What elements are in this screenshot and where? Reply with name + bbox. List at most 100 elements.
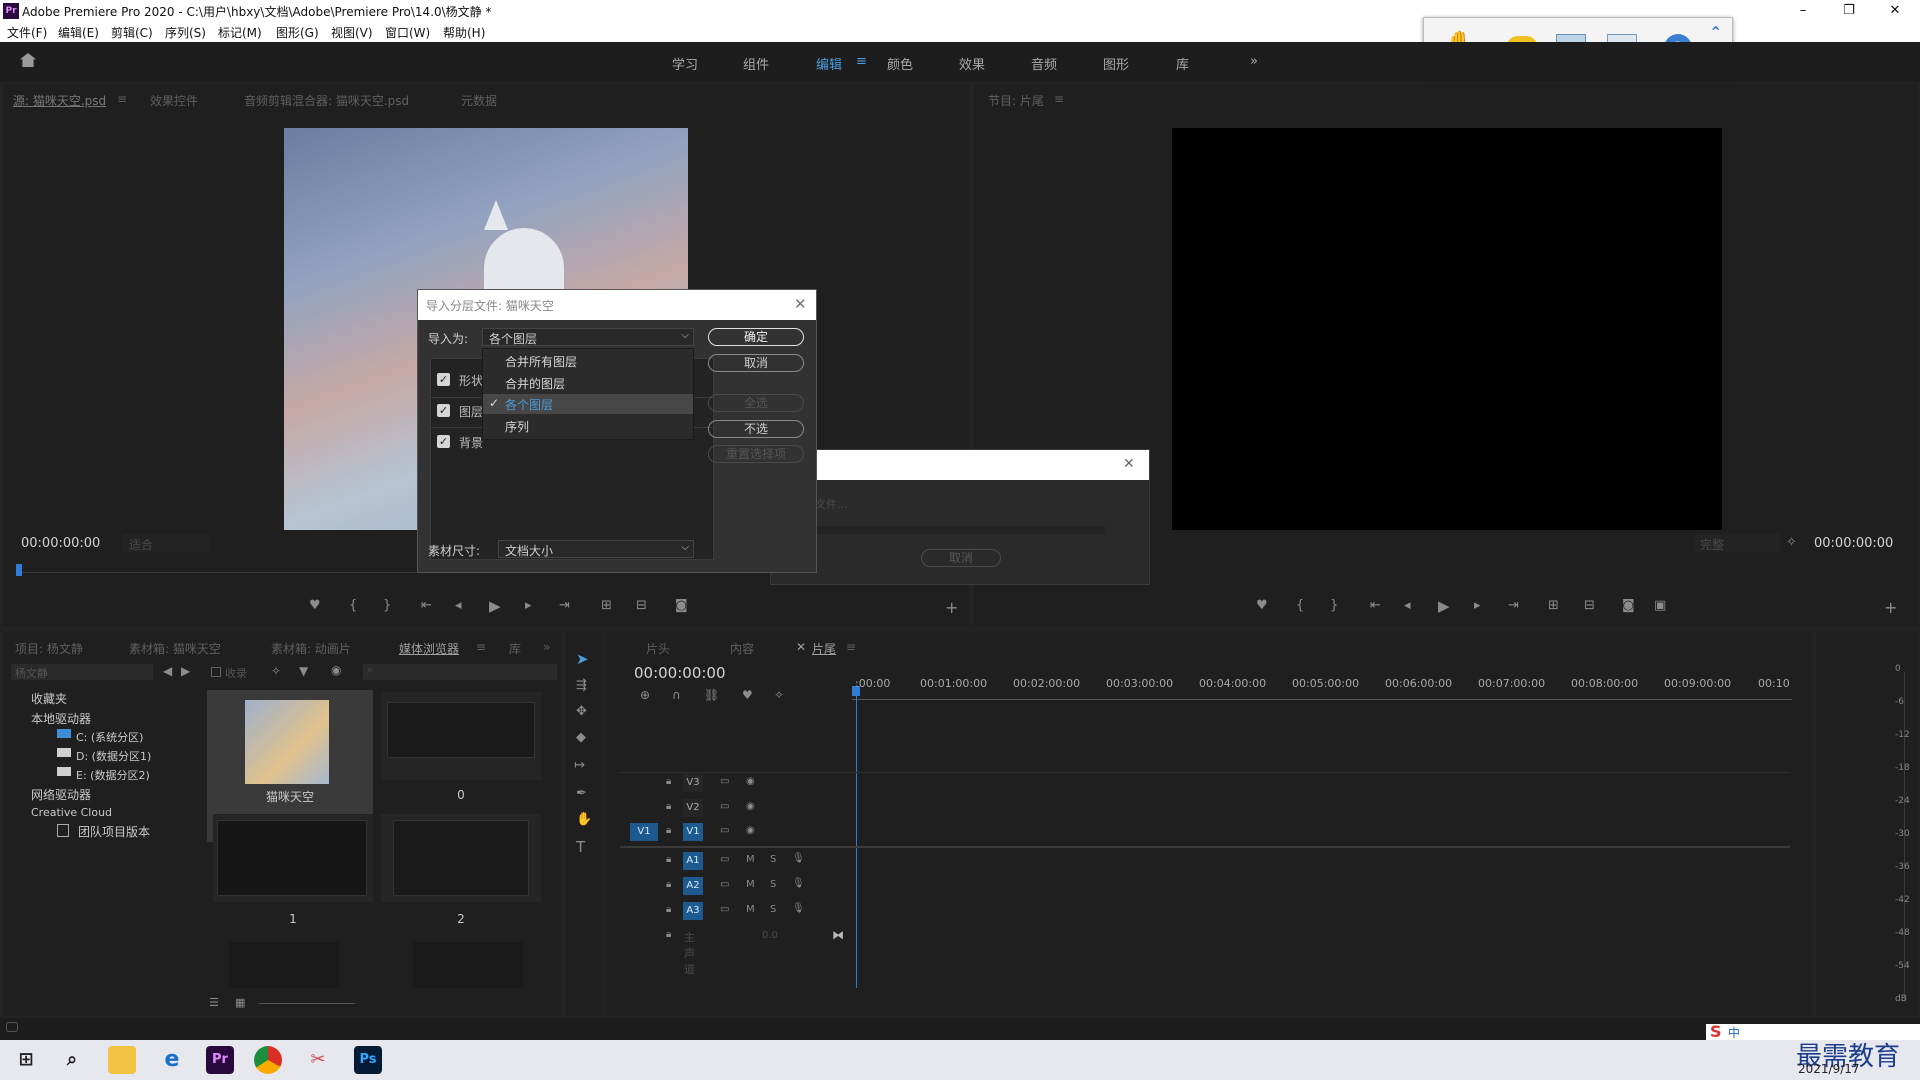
sync-icon[interactable]: ▭ xyxy=(720,776,729,787)
minimize-button[interactable]: – xyxy=(1780,0,1826,22)
program-timecode[interactable]: 00:00:00:00 xyxy=(1814,536,1893,551)
tab-program[interactable]: 节目: 片尾 xyxy=(988,92,1044,109)
mic-icon[interactable]: 🎙︎ xyxy=(792,878,805,889)
program-export-frame-icon[interactable]: ◙ xyxy=(1622,598,1635,613)
option-merge-all[interactable]: 合并所有图层 xyxy=(483,351,693,371)
solo-icon[interactable]: S xyxy=(770,854,776,865)
close-tab-icon[interactable]: ✕ xyxy=(796,640,806,654)
lift-icon[interactable]: ⊞ xyxy=(1548,598,1559,613)
background-cancel-button[interactable]: 取消 xyxy=(921,549,1001,567)
step-back-icon[interactable]: ◂ xyxy=(455,598,462,613)
selection-tool-icon[interactable]: ➤ xyxy=(576,650,589,668)
mute-icon[interactable]: M xyxy=(746,904,755,915)
program-tab-menu-icon[interactable]: ≡ xyxy=(1054,92,1064,106)
program-play-icon[interactable]: ▶ xyxy=(1438,597,1450,615)
tab-libraries[interactable]: 库 xyxy=(509,640,521,657)
mic-icon[interactable]: 🎙︎ xyxy=(792,853,805,864)
more-tabs-icon[interactable]: » xyxy=(543,640,550,654)
more-workspaces-icon[interactable]: » xyxy=(1250,54,1258,69)
source-patch-v1[interactable]: V1 xyxy=(630,823,658,841)
mute-icon[interactable]: M xyxy=(746,854,755,865)
import-dialog-close-icon[interactable]: ✕ xyxy=(794,295,807,313)
tab-bin-cartoon[interactable]: 素材箱: 动画片 xyxy=(271,640,351,657)
premiere-taskbar-icon[interactable]: Pr xyxy=(206,1046,234,1074)
tree-drive-c[interactable]: C: (系统分区) xyxy=(76,729,143,745)
workspace-color[interactable]: 颜色 xyxy=(887,54,913,73)
view-icon[interactable]: ◉ xyxy=(331,663,341,677)
track-label-v3[interactable]: V3 xyxy=(683,774,703,792)
sync-icon[interactable]: ▭ xyxy=(720,801,729,812)
program-add-button-icon[interactable]: + xyxy=(1884,598,1897,617)
forward-arrow-icon[interactable]: ▶ xyxy=(181,664,190,678)
sync-icon[interactable]: ▭ xyxy=(720,879,729,890)
source-tab-menu-icon[interactable]: ≡ xyxy=(117,92,127,106)
play-icon[interactable]: ▶ xyxy=(489,597,501,615)
thumb-size-slider[interactable] xyxy=(259,1003,355,1004)
compare-view-icon[interactable]: ▣ xyxy=(1654,598,1666,613)
tree-creative-cloud[interactable]: Creative Cloud xyxy=(31,806,112,819)
reset-selection-button[interactable]: 重置选择项 xyxy=(708,445,804,463)
tab-source[interactable]: 源: 猫咪天空.psd xyxy=(13,92,106,109)
select-all-button[interactable]: 全选 xyxy=(708,394,804,412)
tree-favorites[interactable]: 收藏夹 xyxy=(31,690,67,707)
nest-toggle-icon[interactable]: ⊕ xyxy=(640,688,650,702)
track-label-a3[interactable]: A3 xyxy=(683,902,703,920)
menu-marker[interactable]: 标记(M) xyxy=(218,24,262,41)
layer-checkbox-layer[interactable]: ✓ xyxy=(437,404,450,417)
workspace-menu-icon[interactable]: ≡ xyxy=(856,54,867,69)
source-playhead[interactable] xyxy=(16,564,22,576)
filter-icon[interactable]: ▼ xyxy=(299,664,308,678)
cancel-button[interactable]: 取消 xyxy=(708,354,804,372)
media-thumb-2[interactable] xyxy=(381,814,541,902)
eye-icon[interactable]: ◉ xyxy=(746,801,755,812)
media-thumb-3[interactable] xyxy=(229,942,339,988)
tab-bin-cat-sky[interactable]: 素材箱: 猫咪天空 xyxy=(129,640,221,657)
export-frame-icon[interactable]: ◙ xyxy=(675,598,688,613)
step-forward-icon[interactable]: ▸ xyxy=(525,598,532,613)
collapse-icon[interactable]: ⌃ xyxy=(1709,23,1722,42)
tab-sequence-content[interactable]: 内容 xyxy=(730,640,754,657)
track-label-v1[interactable]: V1 xyxy=(683,823,703,841)
option-sequence[interactable]: 序列 xyxy=(483,416,693,436)
hand-tool-icon[interactable]: ✋ xyxy=(576,812,592,827)
workspace-editing[interactable]: 编辑 xyxy=(816,54,842,73)
mark-out-icon[interactable]: } xyxy=(383,598,391,613)
media-browser-menu-icon[interactable]: ≡ xyxy=(476,640,486,654)
lock-icon[interactable]: 🔒︎ xyxy=(666,825,671,836)
edge-icon[interactable]: e xyxy=(158,1046,186,1074)
file-explorer-icon[interactable] xyxy=(108,1046,136,1074)
close-button[interactable]: ✕ xyxy=(1872,0,1918,22)
screen-tool-icon[interactable]: ✂ xyxy=(304,1046,332,1074)
option-individual-layers[interactable]: 各个图层 xyxy=(483,394,693,414)
workspace-learn[interactable]: 学习 xyxy=(672,54,698,73)
tab-metadata[interactable]: 元数据 xyxy=(461,92,497,109)
extract-icon[interactable]: ⊟ xyxy=(1584,598,1595,613)
workspace-effects[interactable]: 效果 xyxy=(959,54,985,73)
track-label-v2[interactable]: V2 xyxy=(683,799,703,817)
menu-edit[interactable]: 编辑(E) xyxy=(58,24,99,41)
source-timecode[interactable]: 00:00:00:00 xyxy=(21,536,100,551)
tab-sequence-intro[interactable]: 片头 xyxy=(646,640,670,657)
menu-file[interactable]: 文件(F) xyxy=(7,24,47,41)
option-merged-layers[interactable]: 合并的图层 xyxy=(483,373,693,393)
workspace-graphics[interactable]: 图形 xyxy=(1103,54,1129,73)
eye-icon[interactable]: ◉ xyxy=(746,825,755,836)
solo-icon[interactable]: S xyxy=(770,879,776,890)
workspace-audio[interactable]: 音频 xyxy=(1031,54,1057,73)
program-step-back-icon[interactable]: ◂ xyxy=(1404,598,1411,613)
timeline-marker-icon[interactable]: ♥ xyxy=(742,688,753,702)
timeline-settings-icon[interactable]: ✧ xyxy=(774,688,784,702)
type-tool-icon[interactable]: T xyxy=(576,838,585,856)
lock-icon[interactable]: 🔒︎ xyxy=(666,929,671,940)
tab-project[interactable]: 项目: 杨文静 xyxy=(15,640,83,657)
ripple-edit-tool-icon[interactable]: ✥ xyxy=(576,704,587,719)
ingest-checkbox[interactable] xyxy=(211,667,221,677)
source-fit-select[interactable]: 适合 xyxy=(123,534,209,552)
track-label-a2[interactable]: A2 xyxy=(683,877,703,895)
workspace-libraries[interactable]: 库 xyxy=(1176,54,1189,73)
snap-icon[interactable]: ∩ xyxy=(672,688,681,702)
menu-view[interactable]: 视图(V) xyxy=(331,24,373,41)
program-settings-wrench-icon[interactable]: ✧ xyxy=(1786,535,1797,550)
home-icon[interactable] xyxy=(20,53,36,67)
source-time-ruler[interactable] xyxy=(17,559,417,573)
